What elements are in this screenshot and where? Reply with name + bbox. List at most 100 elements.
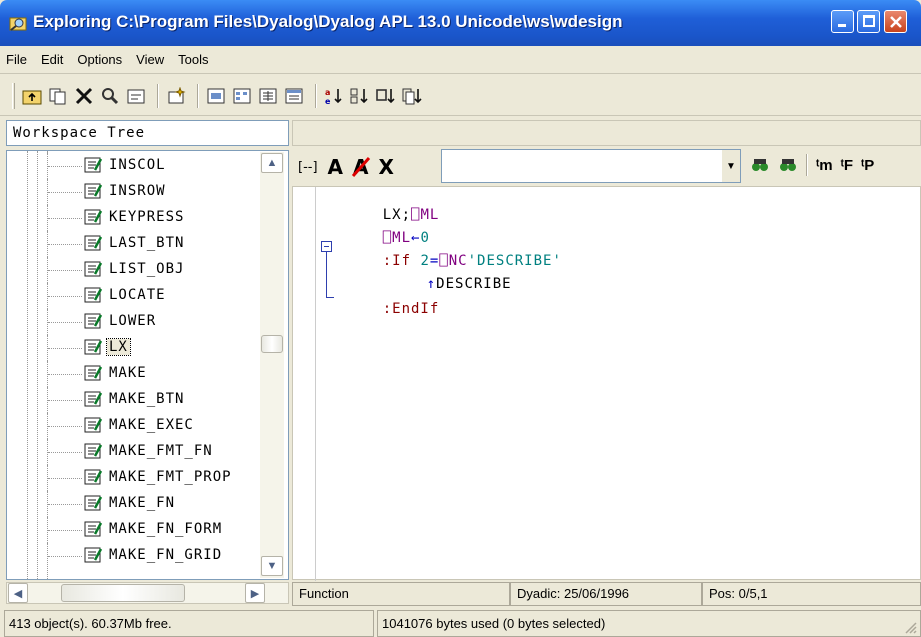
copy-icon[interactable] — [47, 85, 69, 107]
search-combo[interactable]: ▼ — [441, 149, 741, 183]
tree-item-label: KEYPRESS — [109, 209, 185, 225]
uncomment-button[interactable]: A — [351, 155, 371, 179]
tree-connector — [48, 270, 82, 271]
explorer-icon — [9, 17, 27, 31]
main-toolbar: ae — [0, 76, 921, 116]
tree-item[interactable]: INSCOL — [7, 153, 265, 179]
status-bytes: 1041076 bytes used (0 bytes selected) — [377, 610, 921, 637]
up-folder-icon[interactable] — [21, 85, 43, 107]
tree-item[interactable]: LOCATE — [7, 283, 265, 309]
fold-toggle[interactable] — [321, 241, 332, 252]
tree-connector — [48, 478, 82, 479]
resize-grip-icon[interactable] — [903, 620, 917, 634]
tree-item[interactable]: MAKE — [7, 361, 265, 387]
editor-right-tools: ᵗm ᵗF ᵗP — [750, 154, 874, 176]
function-icon — [84, 495, 103, 511]
small-icons-view-icon[interactable] — [231, 85, 253, 107]
close-button[interactable] — [884, 10, 907, 33]
delete-button[interactable]: X — [379, 155, 394, 179]
tree-item[interactable]: MAKE_FN — [7, 491, 265, 517]
find-icon[interactable] — [99, 85, 121, 107]
function-icon — [84, 261, 103, 277]
code-line-5: :EndIf — [345, 285, 439, 333]
function-icon — [84, 443, 103, 459]
tree-item[interactable]: LOWER — [7, 309, 265, 335]
code-token: :EndIf — [382, 301, 440, 317]
tree-item-label: MAKE_FN_FORM — [109, 521, 223, 537]
tree-item[interactable]: MAKE_BTN — [7, 387, 265, 413]
large-icons-view-icon[interactable] — [205, 85, 227, 107]
tree-horizontal-scrollbar[interactable]: ◀ ▶ — [6, 582, 289, 604]
details-view-icon[interactable] — [283, 85, 305, 107]
tree-vertical-scrollbar[interactable]: ▲ ▼ — [260, 152, 284, 578]
comment-button[interactable]: A — [328, 155, 343, 179]
new-property-icon[interactable]: ᵗP — [861, 157, 874, 174]
tree-item-label: MAKE_FMT_FN — [109, 443, 213, 459]
function-icon — [84, 365, 103, 381]
tree-item[interactable]: INSROW — [7, 179, 265, 205]
properties-icon[interactable] — [125, 85, 147, 107]
tree-item[interactable]: LIST_OBJ — [7, 257, 265, 283]
sort-by-size-icon[interactable] — [401, 85, 423, 107]
scroll-left-button[interactable]: ◀ — [8, 583, 28, 603]
tree-item[interactable]: KEYPRESS — [7, 205, 265, 231]
function-icon — [84, 157, 103, 173]
combo-dropdown-button[interactable]: ▼ — [722, 150, 740, 182]
tree-item[interactable]: MAKE_FMT_FN — [7, 439, 265, 465]
toolbar-grip[interactable] — [12, 82, 15, 109]
sort-by-name-icon[interactable]: ae — [323, 85, 345, 107]
status-objects: 413 object(s). 60.37Mb free. — [4, 610, 374, 637]
title-bar[interactable]: Exploring C:\Program Files\Dyalog\Dyalog… — [0, 0, 921, 46]
menu-view[interactable]: View — [136, 52, 164, 67]
toggle-brackets-button[interactable]: [--] — [298, 160, 318, 175]
status-type: Function — [292, 582, 510, 606]
list-view-icon[interactable] — [257, 85, 279, 107]
new-object-icon[interactable] — [165, 85, 187, 107]
find-icon[interactable] — [750, 155, 770, 175]
new-method-icon[interactable]: ᵗm — [816, 157, 833, 174]
tree-item-label: MAKE_FMT_PROP — [109, 469, 232, 485]
scroll-thumb[interactable] — [261, 335, 283, 353]
minimize-button[interactable] — [831, 10, 854, 33]
code-token: DESCRIBE — [436, 276, 512, 292]
workspace-tree[interactable]: INSCOL INSROW KEYPRESS LAST_BTN LIST_OBJ LOCA… — [6, 150, 289, 580]
sort-by-type-icon[interactable] — [349, 85, 371, 107]
tree-connector — [48, 244, 82, 245]
fold-end — [326, 297, 334, 298]
scroll-down-button[interactable]: ▼ — [261, 556, 283, 576]
function-icon — [84, 469, 103, 485]
tree-connector — [48, 192, 82, 193]
editor-gutter — [315, 187, 316, 581]
function-icon — [84, 339, 103, 355]
tree-connector — [48, 400, 82, 401]
tree-item[interactable]: LX — [7, 335, 265, 361]
scroll-right-button[interactable]: ▶ — [245, 583, 265, 603]
tree-item-label: LIST_OBJ — [109, 261, 185, 277]
sort-by-date-icon[interactable] — [375, 85, 397, 107]
tree-connector — [48, 322, 82, 323]
tree-connector — [48, 504, 82, 505]
maximize-button[interactable] — [857, 10, 880, 33]
menu-file[interactable]: File — [6, 52, 27, 67]
tree-item[interactable]: MAKE_FN_GRID — [7, 543, 265, 569]
menu-edit[interactable]: Edit — [41, 52, 63, 67]
menu-tools[interactable]: Tools — [178, 52, 208, 67]
scroll-up-button[interactable]: ▲ — [261, 153, 283, 173]
function-icon — [84, 209, 103, 225]
tree-item-label: LX — [106, 338, 131, 356]
tree-item[interactable]: MAKE_FMT_PROP — [7, 465, 265, 491]
tree-connector — [48, 374, 82, 375]
code-editor[interactable]: LX;⎕ML ⎕ML←0 :If 2=⎕NC'DESCRIBE' ↑DESCRI… — [292, 186, 921, 581]
tree-item[interactable]: MAKE_EXEC — [7, 413, 265, 439]
find-next-icon[interactable] — [778, 155, 798, 175]
status-dyadic: Dyadic: 25/06/1996 — [510, 582, 702, 606]
menu-options[interactable]: Options — [77, 52, 122, 67]
tree-item-label: LOCATE — [109, 287, 166, 303]
hscroll-thumb[interactable] — [61, 584, 185, 602]
toolbar-separator — [315, 83, 317, 108]
tree-item[interactable]: LAST_BTN — [7, 231, 265, 257]
delete-icon[interactable] — [73, 85, 95, 107]
right-pane-header — [292, 120, 921, 146]
new-function-icon[interactable]: ᵗF — [841, 157, 853, 174]
tree-item[interactable]: MAKE_FN_FORM — [7, 517, 265, 543]
